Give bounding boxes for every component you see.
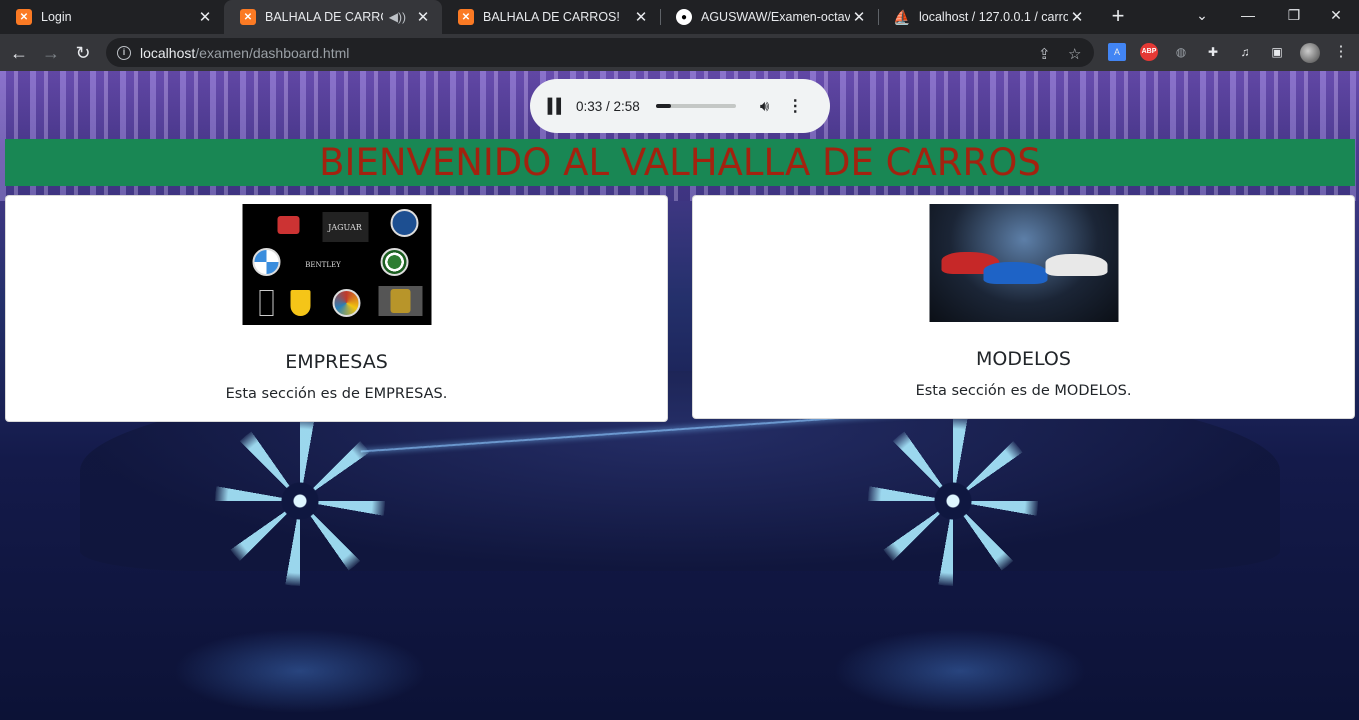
close-icon[interactable]: ✕	[850, 8, 868, 26]
xampp-icon: ✕	[458, 9, 474, 25]
xampp-icon: ✕	[240, 9, 256, 25]
speaker-icon[interactable]: ◀))	[389, 10, 406, 24]
tab-title: localhost / 127.0.0.1 / carro /	[919, 10, 1068, 24]
cadillac-logo	[328, 288, 364, 318]
github-icon: ●	[676, 9, 692, 25]
audio-progress-slider[interactable]	[655, 104, 736, 108]
minimize-icon[interactable]: —	[1225, 0, 1271, 30]
mouse-extension-icon[interactable]: ◍	[1172, 43, 1190, 61]
tab-title: Login	[41, 10, 72, 24]
address-bar[interactable]: i localhost/examen/dashboard.html ⇪ ☆	[106, 38, 1094, 67]
volkswagen-logo	[386, 208, 422, 238]
card-title: MODELOS	[976, 348, 1071, 370]
bentley-logo: BENTLEY	[305, 261, 341, 269]
translate-extension-icon[interactable]: A	[1108, 43, 1126, 61]
forward-icon[interactable]: →	[38, 40, 64, 66]
seat-logo	[270, 210, 306, 240]
blue-car	[983, 262, 1047, 284]
close-icon[interactable]: ✕	[632, 8, 650, 26]
background-wheel-left	[215, 416, 385, 586]
more-options-icon[interactable]: ⋮	[787, 96, 803, 116]
share-icon[interactable]: ⇪	[1038, 45, 1051, 63]
welcome-banner: BIENVENIDO AL VALHALLA DE CARROS	[5, 139, 1355, 186]
tab-title: AGUSWAW/Examen-octavo	[701, 10, 850, 24]
reload-icon[interactable]: ↻	[70, 40, 96, 66]
lamborghini-logo	[378, 286, 422, 316]
audio-player[interactable]: ▍▍ 0:33 / 2:58 🔊︎ ⋮	[530, 79, 830, 133]
info-icon[interactable]: i	[117, 45, 131, 60]
tab-title: BALHALA DE CARROS!	[483, 10, 620, 24]
audio-time: 0:33 / 2:58	[576, 98, 640, 114]
pause-icon[interactable]: ▍▍	[548, 98, 570, 115]
media-control-icon[interactable]: ♫	[1236, 43, 1254, 61]
card-text: Esta sección es de MODELOS.	[915, 383, 1132, 399]
car-brand-logos-image: JAGUAR BENTLEY	[242, 204, 431, 325]
xampp-icon: ✕	[16, 9, 32, 25]
alfa-romeo-logo	[376, 247, 412, 277]
card-title: EMPRESAS	[285, 351, 388, 373]
sports-cars-image	[929, 204, 1118, 322]
ferrari-logo	[282, 288, 318, 318]
tab-balhala-active[interactable]: ✕ BALHALA DE CARROS! ◀)) ✕	[224, 0, 442, 34]
side-panel-icon[interactable]: ▣	[1268, 43, 1286, 61]
bookmark-star-icon[interactable]: ☆	[1068, 45, 1081, 63]
close-icon[interactable]: ✕	[414, 8, 432, 26]
bmw-logo	[248, 247, 284, 277]
card-text: Esta sección es de EMPRESAS.	[225, 386, 448, 402]
tab-login[interactable]: ✕ Login ✕	[0, 0, 224, 34]
card-empresas[interactable]: JAGUAR BENTLEY EMPRESAS Esta sección es …	[5, 195, 668, 422]
browser-toolbar: ← → ↻ i localhost/examen/dashboard.html …	[0, 34, 1359, 71]
phpmyadmin-icon: ⛵	[893, 8, 911, 25]
browser-menu-icon[interactable]: ⋮	[1332, 43, 1350, 61]
close-icon[interactable]: ✕	[196, 8, 214, 26]
tab-search-icon[interactable]: ⌄	[1179, 0, 1225, 30]
new-tab-button[interactable]: +	[1106, 5, 1130, 29]
tab-github[interactable]: ● AGUSWAW/Examen-octavo ✕	[660, 0, 878, 34]
close-icon[interactable]: ✕	[1068, 8, 1086, 26]
profile-avatar[interactable]	[1300, 43, 1320, 63]
window-close-icon[interactable]: ✕	[1313, 0, 1359, 30]
tab-title: BALHALA DE CARROS!	[265, 10, 383, 24]
tab-phpmyadmin[interactable]: ⛵ localhost / 127.0.0.1 / carro / ✕	[878, 0, 1096, 34]
jaguar-logo: JAGUAR	[322, 212, 368, 242]
audio-progress-fill	[655, 104, 671, 108]
rolls-royce-logo	[248, 288, 284, 318]
background-wheel-right	[868, 416, 1038, 586]
white-car	[1045, 254, 1107, 276]
adblock-plus-icon[interactable]: ABP	[1140, 43, 1158, 61]
volume-icon[interactable]: 🔊︎	[760, 98, 769, 115]
page-title: BIENVENIDO AL VALHALLA DE CARROS	[319, 141, 1041, 184]
back-icon[interactable]: ←	[6, 40, 32, 66]
restore-icon[interactable]: ❐	[1271, 0, 1317, 30]
card-modelos[interactable]: MODELOS Esta sección es de MODELOS.	[692, 195, 1355, 419]
tab-balhala[interactable]: ✕ BALHALA DE CARROS! ✕	[442, 0, 660, 34]
page-viewport: ▍▍ 0:33 / 2:58 🔊︎ ⋮ BIENVENIDO AL VALHAL…	[0, 71, 1359, 720]
tab-strip: ✕ Login ✕ ✕ BALHALA DE CARROS! ◀)) ✕ ✕ B…	[0, 0, 1359, 34]
extensions-puzzle-icon[interactable]: ✚	[1204, 43, 1222, 61]
url-text[interactable]: localhost/examen/dashboard.html	[140, 45, 349, 61]
